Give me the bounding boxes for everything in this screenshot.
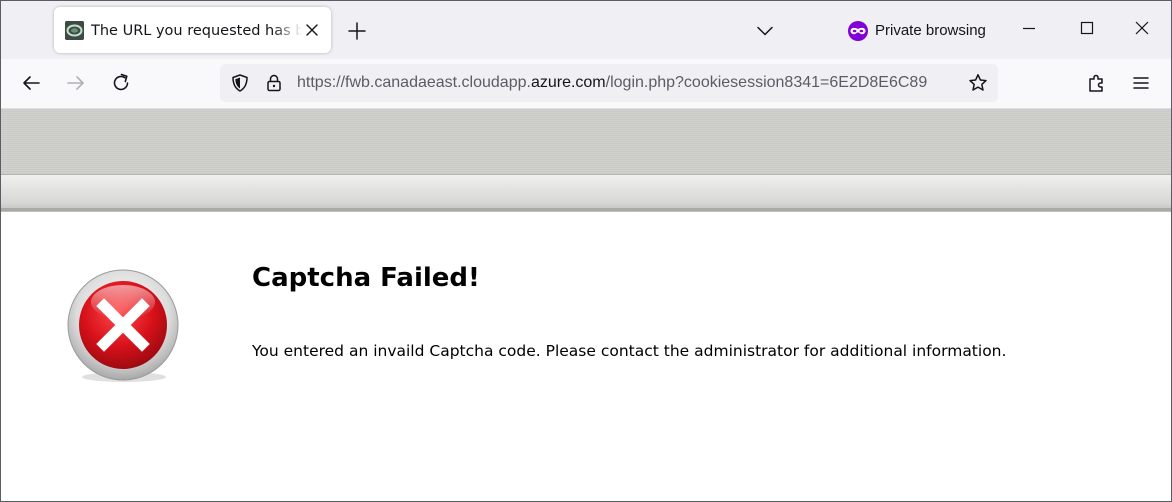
header-banner-bar — [1, 174, 1171, 212]
tracking-protection-shield-icon[interactable] — [229, 72, 251, 94]
navigation-toolbar: https://fwb.canadaeast.cloudapp.azure.co… — [1, 59, 1171, 109]
header-banner-edge — [1, 208, 1171, 211]
address-bar[interactable]: https://fwb.canadaeast.cloudapp.azure.co… — [220, 64, 998, 102]
page-content: Captcha Failed! You entered an invaild C… — [1, 109, 1171, 501]
private-browsing-label: Private browsing — [875, 22, 986, 39]
lock-icon[interactable] — [263, 72, 285, 94]
url-prefix: https://fwb.canadaeast.cloudapp. — [297, 74, 531, 91]
extensions-puzzle-icon[interactable] — [1084, 70, 1110, 96]
window-maximize-icon[interactable] — [1072, 13, 1102, 43]
back-arrow-icon[interactable] — [18, 70, 44, 96]
url-host: azure.com — [530, 74, 606, 91]
site-favicon-icon — [65, 21, 84, 40]
tab-title: The URL you requested has been blocked — [91, 23, 302, 39]
tab-close-icon[interactable] — [302, 20, 322, 40]
browser-window: The URL you requested has been blocked — [0, 0, 1172, 502]
url-text[interactable]: https://fwb.canadaeast.cloudapp.azure.co… — [297, 74, 959, 94]
error-message: You entered an invaild Captcha code. Ple… — [252, 342, 1007, 360]
bookmark-star-icon[interactable] — [967, 72, 989, 94]
tab-active[interactable]: The URL you requested has been blocked — [54, 7, 331, 53]
list-all-tabs-chevron-down-icon[interactable] — [752, 18, 778, 44]
private-mask-icon — [847, 20, 869, 42]
hamburger-menu-icon[interactable] — [1128, 70, 1154, 96]
window-close-icon[interactable] — [1127, 13, 1157, 43]
window-minimize-icon[interactable] — [1014, 13, 1044, 43]
reload-icon[interactable] — [108, 70, 134, 96]
error-x-icon — [64, 269, 182, 385]
new-tab-plus-icon[interactable] — [344, 18, 370, 44]
header-banner — [1, 109, 1171, 212]
tab-strip: The URL you requested has been blocked — [1, 1, 1171, 59]
url-suffix: /login.php?cookiesession8341=6E2D8E6C89 — [605, 74, 928, 91]
error-heading: Captcha Failed! — [252, 263, 480, 293]
forward-arrow-icon[interactable] — [63, 70, 89, 96]
